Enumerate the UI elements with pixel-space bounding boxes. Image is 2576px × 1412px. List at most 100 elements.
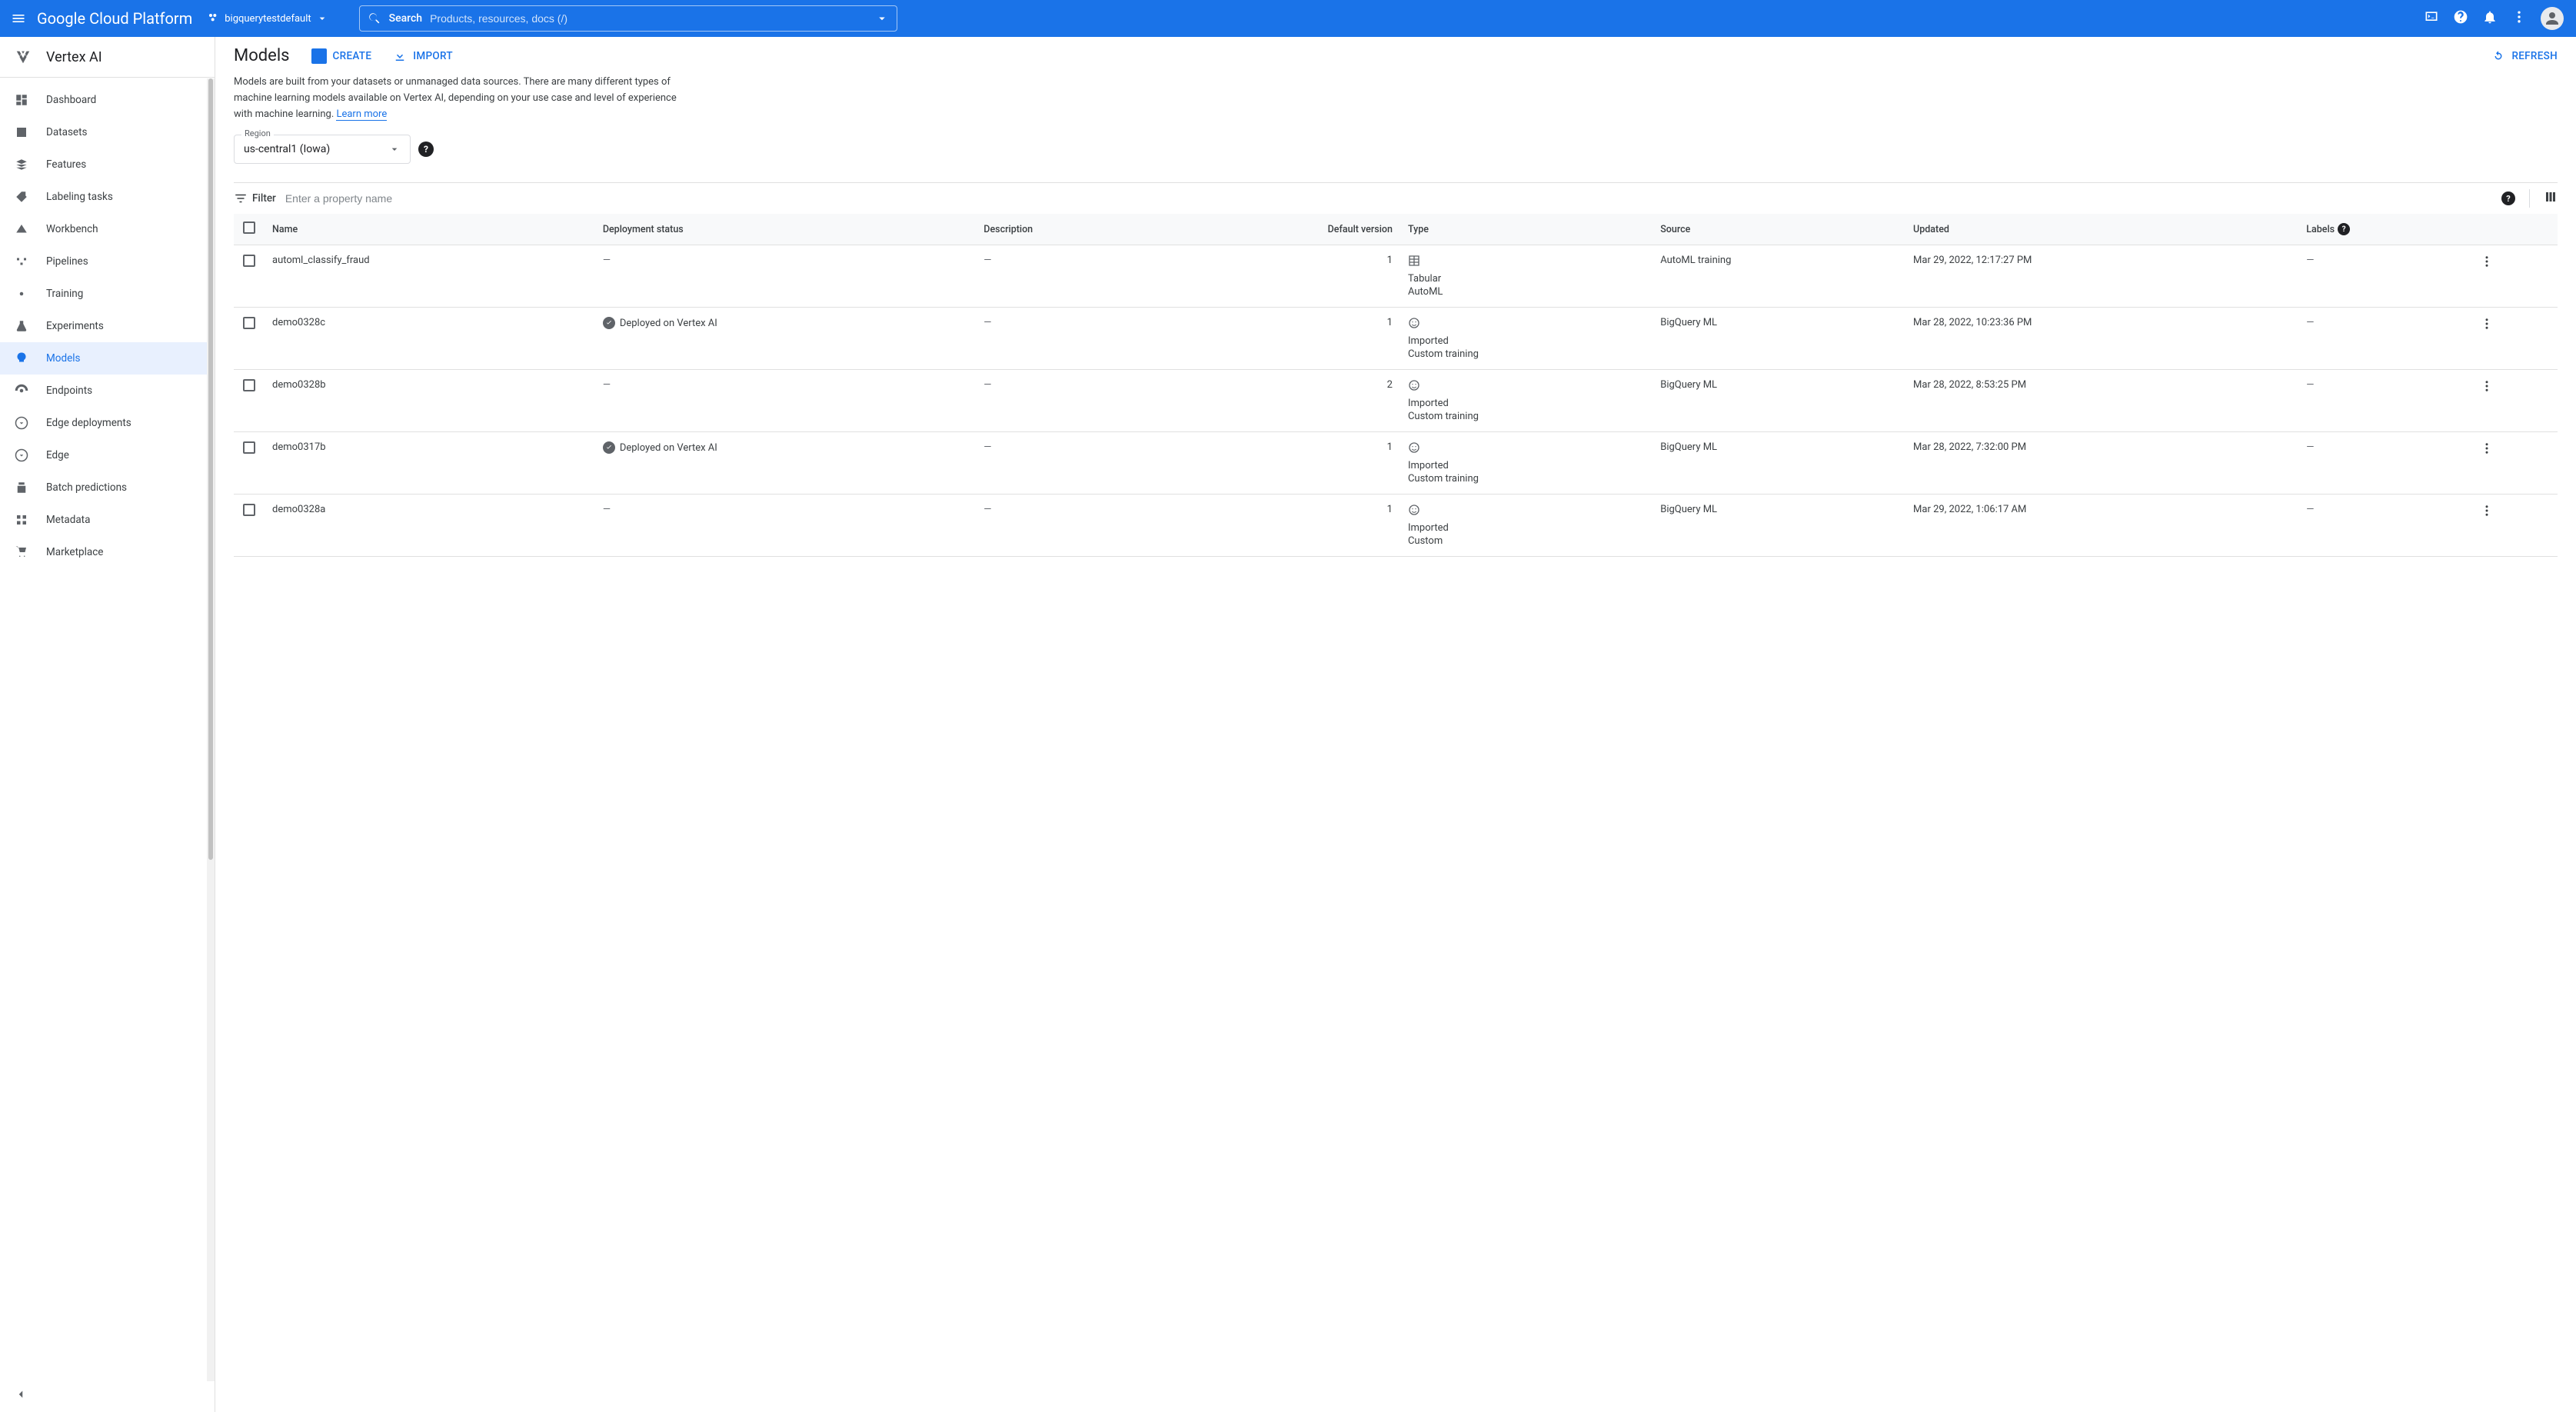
region-select[interactable]: us-central1 (Iowa)	[234, 135, 411, 164]
menu-icon[interactable]	[9, 9, 28, 28]
region-value: us-central1 (Iowa)	[244, 143, 330, 155]
search-bar[interactable]: Search	[359, 5, 897, 32]
updated-at: Mar 28, 2022, 10:23:36 PM	[1905, 308, 2298, 370]
vertex-ai-logo-icon	[14, 48, 32, 66]
refresh-button[interactable]: REFRESH	[2491, 49, 2558, 63]
sidebar-item-label: Training	[46, 288, 83, 300]
sidebar-item-labeling-tasks[interactable]: Labeling tasks	[0, 181, 215, 213]
sidebar-item-training[interactable]: Training	[0, 278, 215, 310]
model-name[interactable]: demo0317b	[265, 432, 595, 495]
models-table-section: Filter ? Name Deployment status	[234, 182, 2558, 557]
content-header: Models CREATE IMPORT REFRESH	[215, 37, 2576, 75]
row-checkbox[interactable]	[243, 504, 255, 516]
source: BigQuery ML	[1652, 308, 1905, 370]
model-description: —	[976, 245, 1165, 308]
sidebar-header[interactable]: Vertex AI	[0, 37, 215, 78]
import-button[interactable]: IMPORT	[393, 49, 453, 63]
filter-input[interactable]	[285, 192, 2501, 205]
row-checkbox[interactable]	[243, 317, 255, 329]
row-more-icon[interactable]	[2480, 385, 2494, 396]
sidebar-collapse[interactable]	[0, 1380, 215, 1412]
sidebar-item-label: Edge	[46, 449, 69, 461]
filter-label-group[interactable]: Filter	[234, 191, 276, 205]
row-more-icon[interactable]	[2480, 260, 2494, 271]
header-default-version[interactable]: Default version	[1165, 214, 1400, 245]
region-help-icon[interactable]: ?	[418, 142, 434, 157]
search-input[interactable]	[430, 12, 867, 25]
sidebar-item-label: Dashboard	[46, 94, 96, 106]
more-vert-icon[interactable]	[2511, 9, 2527, 28]
sidebar-item-endpoints[interactable]: Endpoints	[0, 375, 215, 407]
sidebar-item-label: Datasets	[46, 126, 87, 138]
sidebar-item-features[interactable]: Features	[0, 148, 215, 181]
sidebar-item-datasets[interactable]: Datasets	[0, 116, 215, 148]
content-body: Models are built from your datasets or u…	[215, 75, 2576, 575]
columns-icon[interactable]	[2544, 190, 2558, 207]
sidebar-item-batch-predictions[interactable]: Batch predictions	[0, 471, 215, 504]
check-circle-icon	[603, 441, 615, 454]
sidebar-item-edge[interactable]: Edge	[0, 439, 215, 471]
labels: —	[2298, 370, 2471, 432]
source: AutoML training	[1652, 245, 1905, 308]
import-label: IMPORT	[413, 50, 453, 62]
region-selector-group: Region us-central1 (Iowa) ?	[234, 135, 434, 164]
cloud-shell-icon[interactable]	[2424, 9, 2439, 28]
sidebar-item-experiments[interactable]: Experiments	[0, 310, 215, 342]
notifications-icon[interactable]	[2482, 9, 2498, 28]
dashboard-icon	[14, 92, 29, 108]
sidebar-scrollbar[interactable]	[207, 78, 215, 1381]
sidebar-item-dashboard[interactable]: Dashboard	[0, 84, 215, 116]
model-name[interactable]: automl_classify_fraud	[265, 245, 595, 308]
select-all-checkbox[interactable]	[243, 221, 255, 234]
row-checkbox[interactable]	[243, 255, 255, 267]
filter-bar: Filter ?	[234, 182, 2558, 214]
row-more-icon[interactable]	[2480, 322, 2494, 334]
model-name[interactable]: demo0328c	[265, 308, 595, 370]
sidebar-item-metadata[interactable]: Metadata	[0, 504, 215, 536]
top-header: Google Cloud Platform bigquerytestdefaul…	[0, 0, 2576, 37]
user-avatar[interactable]	[2541, 7, 2564, 30]
sidebar-item-workbench[interactable]: Workbench	[0, 213, 215, 245]
header-labels-text: Labels	[2306, 224, 2335, 235]
description-text: Models are built from your datasets or u…	[234, 76, 677, 120]
import-icon	[393, 49, 407, 63]
labels-help-icon[interactable]: ?	[2338, 223, 2350, 235]
row-more-icon[interactable]	[2480, 509, 2494, 521]
sidebar-item-pipelines[interactable]: Pipelines	[0, 245, 215, 278]
header-name[interactable]: Name	[265, 214, 595, 245]
sidebar-item-label: Experiments	[46, 320, 104, 332]
row-more-icon[interactable]	[2480, 447, 2494, 458]
row-checkbox[interactable]	[243, 441, 255, 454]
project-name: bigquerytestdefault	[225, 13, 311, 25]
header-updated[interactable]: Updated	[1905, 214, 2298, 245]
header-description[interactable]: Description	[976, 214, 1165, 245]
row-checkbox[interactable]	[243, 379, 255, 391]
help-icon[interactable]	[2453, 9, 2468, 28]
face-icon	[1408, 379, 1645, 395]
search-label: Search	[389, 12, 422, 25]
header-labels[interactable]: Labels?	[2298, 214, 2471, 245]
model-name[interactable]: demo0328b	[265, 370, 595, 432]
workbench-icon	[14, 221, 29, 237]
check-circle-icon	[603, 317, 615, 329]
default-version: 1	[1165, 495, 1400, 557]
model-description: —	[976, 370, 1165, 432]
plus-icon	[311, 48, 327, 64]
models-table: Name Deployment status Description Defau…	[234, 214, 2558, 557]
model-name[interactable]: demo0328a	[265, 495, 595, 557]
project-selector[interactable]: bigquerytestdefault	[201, 12, 334, 25]
header-status[interactable]: Deployment status	[595, 214, 976, 245]
chevron-down-icon[interactable]	[875, 12, 889, 25]
create-button[interactable]: CREATE	[311, 48, 372, 64]
table-row: demo0328b——2ImportedCustom trainingBigQu…	[234, 370, 2558, 432]
sidebar-item-models[interactable]: Models	[0, 342, 215, 375]
sidebar-item-edge-deployments[interactable]: Edge deployments	[0, 407, 215, 439]
header-type[interactable]: Type	[1400, 214, 1652, 245]
region-label: Region	[241, 128, 274, 138]
sidebar-item-marketplace[interactable]: Marketplace	[0, 536, 215, 568]
page-description: Models are built from your datasets or u…	[234, 75, 680, 122]
filter-help-icon[interactable]: ?	[2501, 191, 2515, 205]
learn-more-link[interactable]: Learn more	[336, 108, 387, 121]
refresh-label: REFRESH	[2511, 50, 2558, 62]
header-source[interactable]: Source	[1652, 214, 1905, 245]
